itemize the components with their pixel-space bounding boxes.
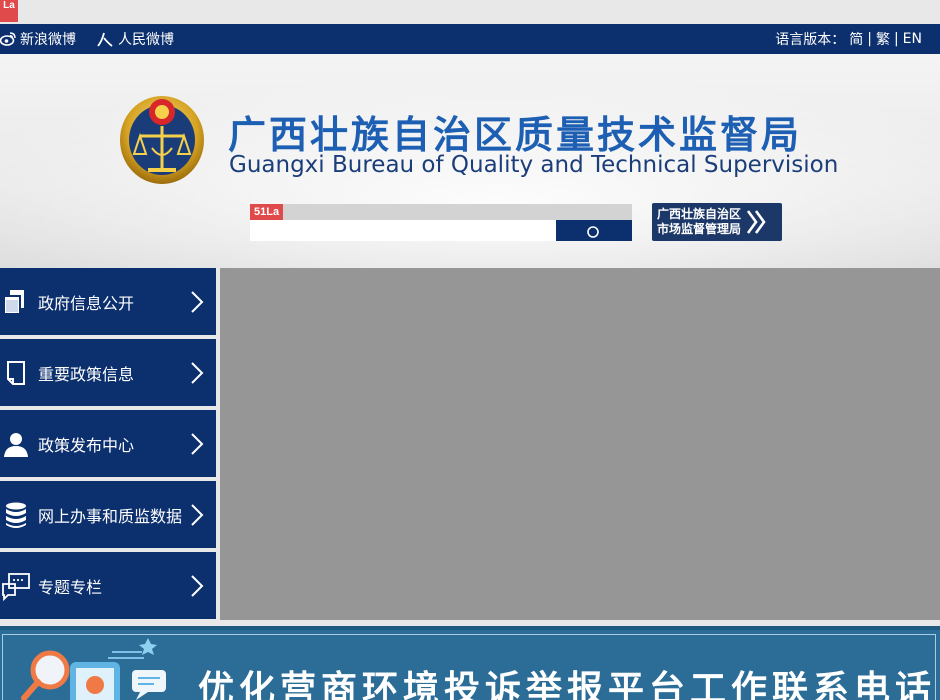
language-switcher: 语言版本： 简 | 繁 | EN bbox=[773, 29, 924, 49]
chevron-right-icon bbox=[191, 362, 204, 384]
people-weibo-link[interactable]: 人民微博 bbox=[96, 24, 174, 54]
search-icon bbox=[587, 225, 599, 238]
person-icon bbox=[0, 428, 32, 460]
database-icon bbox=[0, 499, 32, 531]
menu-item-online-services[interactable]: 网上办事和质监数据 bbox=[0, 481, 216, 548]
menu-item-label: 网上办事和质监数据 bbox=[38, 506, 183, 526]
menu-item-label: 专题专栏 bbox=[38, 577, 103, 597]
double-chevron-right-icon bbox=[746, 210, 766, 234]
lang-separator: | bbox=[867, 31, 872, 47]
complaint-hotline-banner[interactable]: 优化营商环境投诉举报平台工作联系电话 bbox=[0, 626, 940, 700]
bureau-emblem-icon[interactable] bbox=[118, 90, 206, 186]
chat-icon bbox=[0, 570, 32, 602]
complaint-illustration-icon bbox=[21, 638, 166, 700]
menu-item-policy-info[interactable]: 重要政策信息 bbox=[0, 339, 216, 406]
page-icon bbox=[0, 357, 32, 389]
site-header: 广西壮族自治区质量技术监督局 Guangxi Bureau of Quality… bbox=[0, 54, 940, 268]
search-top-bar bbox=[250, 204, 632, 220]
menu-item-label: 重要政策信息 bbox=[38, 364, 135, 384]
menu-item-policy-release[interactable]: 政策发布中心 bbox=[0, 410, 216, 477]
language-label: 语言版本： bbox=[775, 32, 846, 48]
site-title-cn: 广西壮族自治区质量技术监督局 bbox=[228, 113, 803, 157]
menu-item-label: 政策发布中心 bbox=[38, 435, 135, 455]
market-supervision-label: 广西壮族自治区 市场监督管理局 bbox=[657, 207, 742, 236]
image-slider-placeholder[interactable] bbox=[220, 268, 940, 620]
search-button[interactable] bbox=[556, 220, 632, 241]
banner-title: 优化营商环境投诉举报平台工作联系电话 bbox=[198, 669, 937, 700]
main-menu: 政府信息公开 重要政策信息 政策发布中心 网上办事和质监数据 专题专栏 bbox=[0, 268, 216, 623]
lang-traditional[interactable]: 繁 bbox=[876, 29, 890, 49]
search-input[interactable] bbox=[250, 220, 556, 241]
top-bar: 新浪微博 人民微博 语言版本： 简 | 繁 | EN bbox=[0, 24, 940, 54]
site-title-en: Guangxi Bureau of Quality and Technical … bbox=[229, 152, 839, 178]
lang-simplified[interactable]: 简 bbox=[849, 29, 863, 49]
chevron-right-icon bbox=[191, 575, 204, 597]
tracker-badge: La bbox=[0, 0, 18, 22]
chevron-right-icon bbox=[191, 291, 204, 313]
document-icon bbox=[0, 286, 32, 318]
search-box: 51La bbox=[250, 204, 632, 241]
lang-english[interactable]: EN bbox=[903, 31, 922, 47]
weibo-icon bbox=[0, 32, 16, 46]
menu-item-label: 政府信息公开 bbox=[38, 293, 135, 313]
people-weibo-icon bbox=[97, 32, 113, 47]
menu-item-special-topics[interactable]: 专题专栏 bbox=[0, 552, 216, 619]
menu-item-gov-info[interactable]: 政府信息公开 bbox=[0, 268, 216, 335]
lang-separator: | bbox=[893, 31, 899, 47]
chevron-right-icon bbox=[191, 504, 204, 526]
social-links: 新浪微博 人民微博 bbox=[0, 24, 194, 54]
market-supervision-link[interactable]: 广西壮族自治区 市场监督管理局 bbox=[652, 203, 782, 241]
sina-weibo-link[interactable]: 新浪微博 bbox=[0, 24, 76, 54]
chevron-right-icon bbox=[191, 433, 204, 455]
stats-counter-badge: 51La bbox=[250, 204, 284, 220]
